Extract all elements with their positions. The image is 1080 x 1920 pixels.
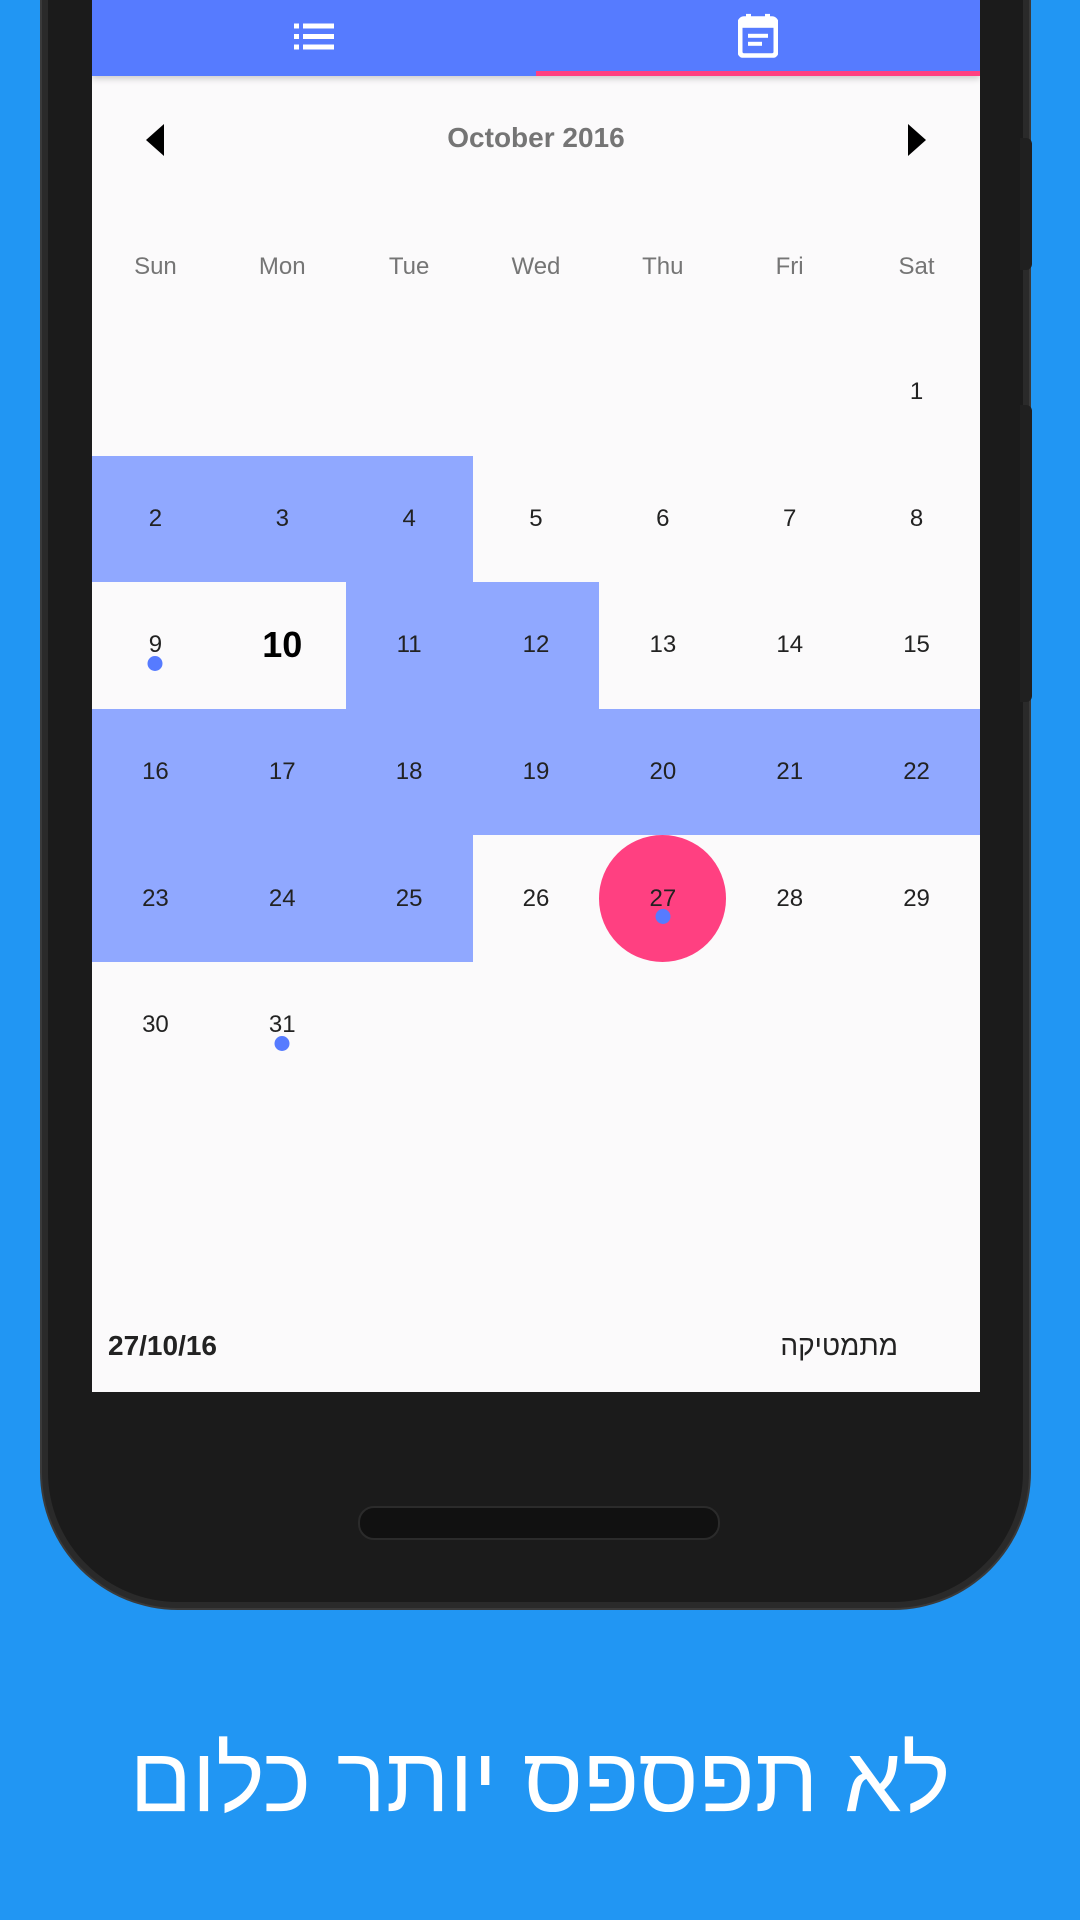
calendar-day[interactable]: 27: [599, 835, 727, 962]
calendar-day[interactable]: 25: [345, 835, 473, 962]
calendar-day[interactable]: 14: [726, 582, 853, 709]
event-dot: [274, 1036, 290, 1051]
day-number: 29: [903, 884, 930, 912]
volume-button: [1020, 138, 1032, 270]
tab-list[interactable]: [92, 0, 536, 76]
calendar-day[interactable]: 20: [599, 708, 727, 836]
day-number: 28: [776, 884, 804, 912]
day-number: 19: [522, 758, 550, 786]
app-screen: October 2016 Sun Mon Tue Wed Thu Fri Sat 12345…: [92, 0, 980, 1392]
calendar-day[interactable]: 18: [345, 708, 473, 836]
calendar-day[interactable]: 24: [218, 835, 346, 962]
day-number: 24: [268, 884, 296, 912]
day-number: 7: [783, 504, 797, 532]
weekday-label: Tue: [388, 253, 430, 280]
day-number: 11: [396, 631, 422, 659]
calendar-day[interactable]: 28: [726, 835, 853, 962]
calendar-day[interactable]: 29: [853, 835, 980, 962]
weekday-label: Sat: [898, 253, 935, 280]
calendar-day[interactable]: 4: [345, 455, 473, 583]
calendar-day[interactable]: 2: [92, 455, 219, 583]
calendar-day[interactable]: 9: [92, 582, 219, 709]
tab-bar: [92, 0, 980, 76]
list-icon: [294, 23, 334, 50]
day-number: 25: [395, 884, 423, 912]
tagline: לא תפספס יותר כלום: [129, 1729, 951, 1831]
day-number: 12: [522, 631, 550, 659]
weekday-label: Fri: [775, 253, 804, 280]
power-button: [1020, 405, 1032, 702]
day-number: 13: [649, 631, 677, 659]
calendar-grid: 1 2 3 4 5 6 7 8 9 10 11 12 13 14 15 16 17 18 19 20 21 22 23 24 2…: [92, 329, 980, 1089]
day-number: 18: [395, 758, 423, 786]
calendar-icon: [738, 13, 778, 58]
selected-date: 27/10/16: [108, 1330, 217, 1361]
phone-speaker: [358, 1506, 720, 1540]
calendar-day[interactable]: 30: [92, 962, 219, 1089]
day-number: 14: [776, 631, 804, 659]
day-number: 16: [142, 758, 169, 786]
day-number: 22: [903, 758, 930, 786]
weekday-label: Thu: [642, 253, 684, 280]
calendar-day[interactable]: 21: [726, 708, 854, 836]
day-number: 6: [656, 504, 670, 532]
calendar-day[interactable]: 11: [345, 582, 473, 709]
event-dot: [147, 656, 163, 672]
calendar-day[interactable]: 3: [218, 455, 346, 583]
calendar-day[interactable]: 6: [599, 456, 726, 583]
weekday-label: Wed: [511, 253, 561, 280]
day-number: 26: [522, 884, 550, 912]
day-number: 1: [909, 378, 924, 406]
calendar-day[interactable]: 5: [473, 456, 600, 583]
day-number: 10: [262, 624, 303, 666]
day-number: 20: [649, 758, 677, 786]
calendar-day[interactable]: 15: [853, 582, 980, 709]
event-dot: [655, 909, 671, 925]
event-subject[interactable]: מתמטיקה: [780, 1330, 898, 1362]
chevron-right-icon: [908, 124, 926, 156]
day-number: 21: [776, 758, 804, 786]
calendar-day[interactable]: 7: [726, 456, 853, 583]
day-number: 17: [268, 758, 296, 786]
next-month-button[interactable]: [888, 112, 944, 168]
calendar-day[interactable]: 13: [599, 582, 726, 709]
day-number: 30: [142, 1011, 169, 1039]
day-number: 2: [148, 504, 163, 532]
month-header: October 2016: [92, 100, 980, 180]
weekday-label: Sun: [134, 253, 177, 280]
calendar-day[interactable]: 1: [853, 329, 980, 456]
tab-indicator: [536, 71, 980, 76]
day-number: 4: [402, 504, 416, 532]
calendar-day[interactable]: 16: [92, 708, 219, 836]
day-number: 3: [275, 504, 289, 532]
calendar-day[interactable]: 8: [853, 456, 980, 583]
day-number: 23: [142, 884, 169, 912]
tab-calendar[interactable]: [536, 0, 980, 76]
calendar-day[interactable]: 23: [92, 835, 219, 962]
day-number: 5: [529, 504, 543, 532]
footer: 27/10/16 מתמטיקה: [92, 1320, 980, 1380]
calendar-day[interactable]: 31: [219, 962, 346, 1089]
calendar-day[interactable]: 10: [219, 582, 346, 709]
weekday-header: Sun Mon Tue Wed Thu Fri Sat: [92, 232, 980, 302]
day-number: 8: [909, 504, 924, 532]
calendar-day[interactable]: 19: [472, 708, 600, 836]
calendar-day[interactable]: 12: [472, 582, 600, 709]
day-number: 15: [903, 631, 930, 659]
calendar-day[interactable]: 17: [218, 708, 346, 836]
month-title: October 2016: [447, 122, 625, 153]
calendar-day[interactable]: 26: [473, 835, 600, 962]
weekday-label: Mon: [258, 253, 306, 280]
calendar-day[interactable]: 22: [853, 708, 980, 836]
